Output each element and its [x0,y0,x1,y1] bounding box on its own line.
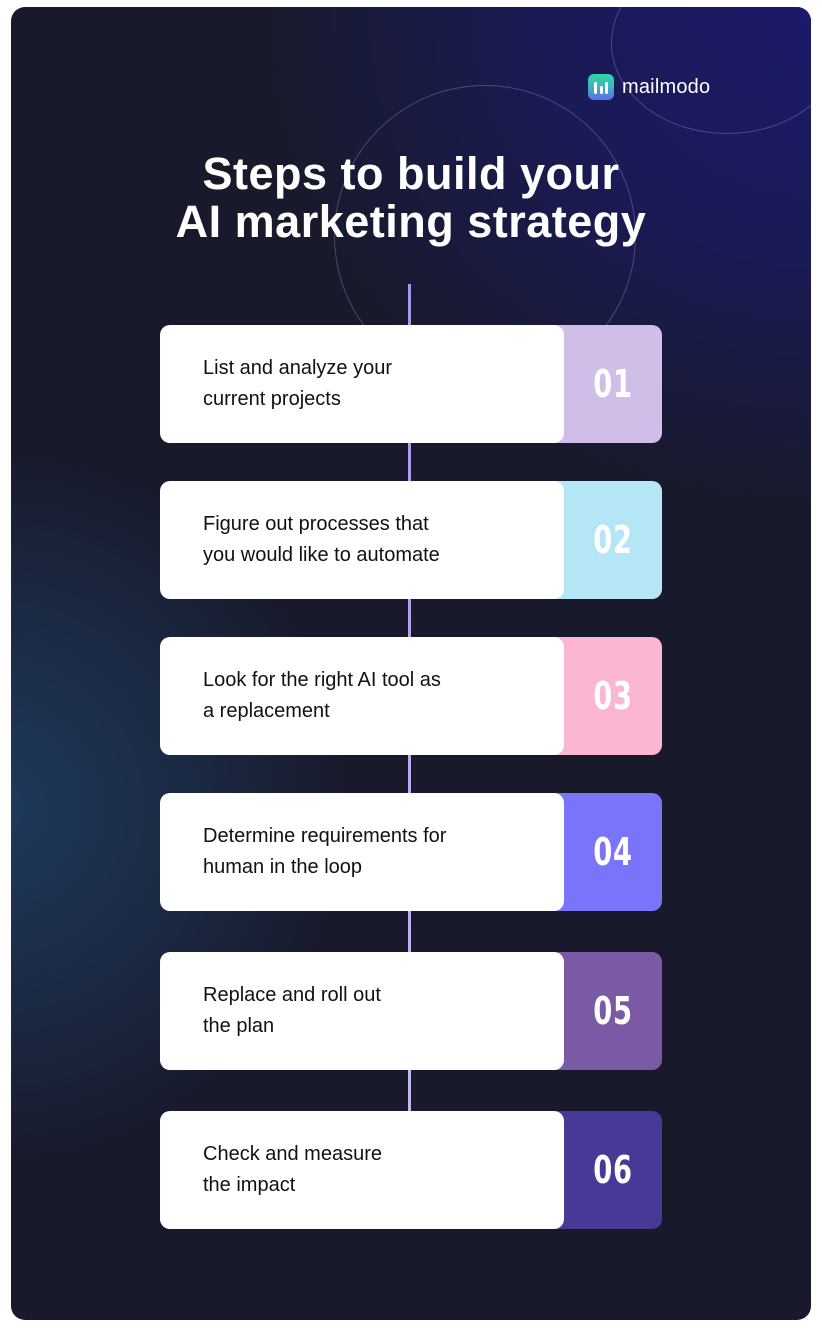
step-text: Look for the right AI tool as a replacem… [203,665,523,727]
step-text: List and analyze your current projects [203,353,523,415]
title-line-1: Steps to build your [202,148,620,199]
step-text-line: Determine requirements for [203,825,447,847]
brand-name: mailmodo [622,75,711,98]
infographic-card: mailmodo Steps to build your AI marketin… [11,7,811,1320]
step-number: 01 [593,362,633,406]
step-number: 06 [593,1148,633,1192]
step-text-line: human in the loop [203,856,363,878]
step-text-line: you would like to automate [203,544,440,566]
step-text-box: List and analyze your current projects [160,325,564,443]
step-number: 04 [593,830,633,874]
step-text-box: Check and measure the impact [160,1111,564,1229]
step-card: 06 Check and measure the impact [160,1111,662,1229]
step-text: Determine requirements for human in the … [203,821,523,883]
step-card: 03 Look for the right AI tool as a repla… [160,637,662,755]
step-text-box: Look for the right AI tool as a replacem… [160,637,564,755]
page-title: Steps to build your AI marketing strateg… [11,150,811,246]
step-number: 05 [593,989,633,1033]
step-text-line: a replacement [203,700,330,722]
step-text: Check and measure the impact [203,1139,523,1201]
step-number: 03 [593,674,633,718]
step-text-box: Determine requirements for human in the … [160,793,564,911]
step-text-box: Figure out processes that you would like… [160,481,564,599]
step-text-line: Figure out processes that [203,513,429,535]
title-line-2: AI marketing strategy [175,196,647,247]
step-card: 05 Replace and roll out the plan [160,952,662,1070]
step-text-box: Replace and roll out the plan [160,952,564,1070]
step-text-line: the plan [203,1015,275,1037]
mailmodo-logo-icon [588,74,614,100]
step-text-line: Replace and roll out [203,984,381,1006]
step-text-line: current projects [203,388,341,410]
step-card: 02 Figure out processes that you would l… [160,481,662,599]
step-text: Figure out processes that you would like… [203,509,523,571]
brand-logo: mailmodo [588,74,710,100]
step-number: 02 [593,518,633,562]
step-text-line: List and analyze your [203,357,393,379]
step-card: 04 Determine requirements for human in t… [160,793,662,911]
step-card: 01 List and analyze your current project… [160,325,662,443]
step-text-line: Check and measure [203,1143,382,1165]
step-text-line: the impact [203,1174,296,1196]
step-text-line: Look for the right AI tool as [203,669,441,691]
step-text: Replace and roll out the plan [203,980,523,1042]
